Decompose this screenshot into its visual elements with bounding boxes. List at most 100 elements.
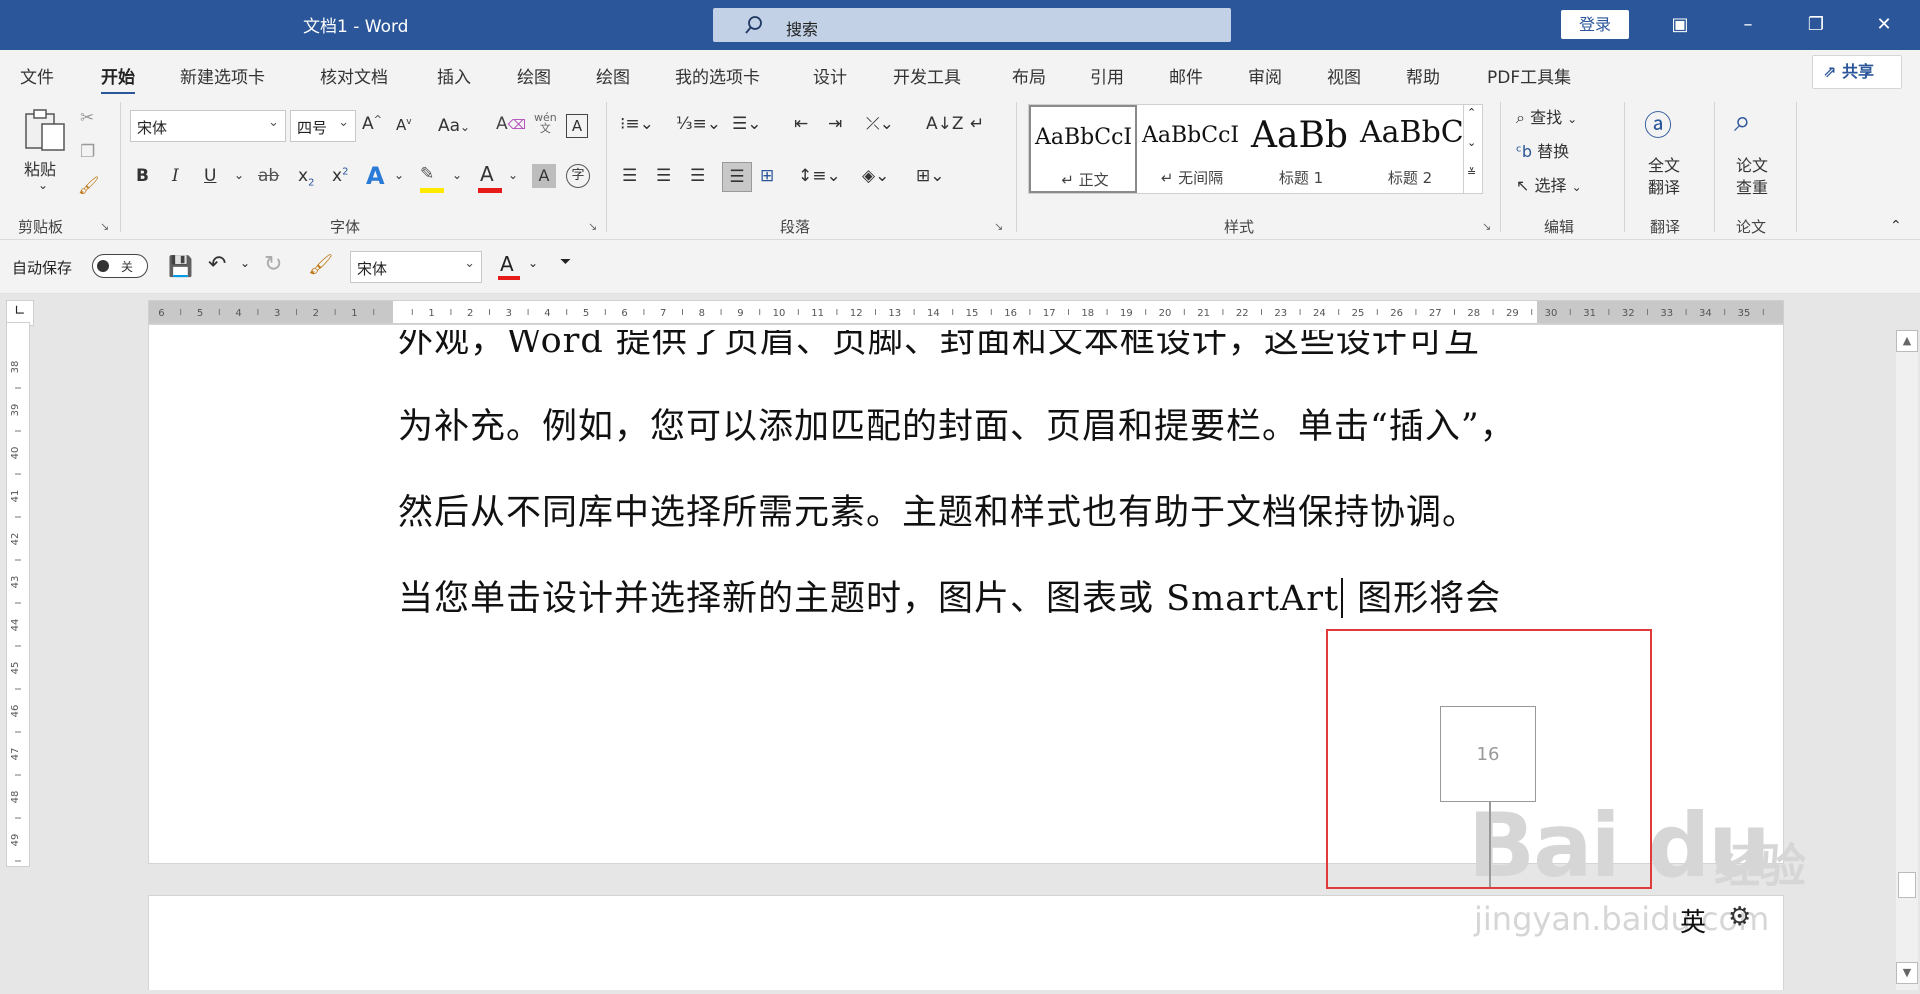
qat-font-select[interactable]: 宋体 ⌄ xyxy=(350,251,482,283)
scroll-down-arrow-icon[interactable]: ▼ xyxy=(1896,962,1918,984)
grow-font-icon[interactable]: A^ xyxy=(362,114,382,134)
strikethrough-button[interactable]: ab xyxy=(258,166,279,186)
ribbon-display-options-button[interactable]: ▣ xyxy=(1652,0,1708,50)
tab-12[interactable]: 邮件 xyxy=(1169,63,1203,88)
style-item-3[interactable]: AaBbC 标题 2 xyxy=(1356,105,1464,193)
scroll-up-icon[interactable]: ⌃ xyxy=(1467,106,1476,119)
tab-1[interactable]: 开始 xyxy=(101,63,135,95)
tab-11[interactable]: 引用 xyxy=(1090,63,1124,88)
undo-icon[interactable]: ↶ xyxy=(208,252,226,277)
select-button[interactable]: ↖ 选择 ⌄ xyxy=(1516,172,1582,196)
ime-language-indicator[interactable]: 英 xyxy=(1680,902,1706,939)
text-effects-icon[interactable]: A xyxy=(366,162,385,190)
scroll-down-icon[interactable]: ⌄ xyxy=(1467,136,1476,149)
tab-5[interactable]: 绘图 xyxy=(517,63,551,88)
minimize-button[interactable]: – xyxy=(1720,0,1776,50)
customize-qat-icon[interactable]: ⏷ xyxy=(560,254,571,270)
styles-launcher-icon[interactable]: ↘ xyxy=(1482,220,1491,233)
paste-button[interactable]: 粘贴 xyxy=(24,156,56,180)
font-launcher-icon[interactable]: ↘ xyxy=(588,220,597,233)
underline-button[interactable]: U xyxy=(204,166,216,186)
phonetic-guide-icon[interactable]: wén 文 xyxy=(534,112,557,134)
change-case-button[interactable]: Aa⌄ xyxy=(438,116,470,136)
tab-16[interactable]: PDF工具集 xyxy=(1487,63,1571,88)
tab-10[interactable]: 布局 xyxy=(1012,63,1046,88)
tab-4[interactable]: 插入 xyxy=(437,63,471,88)
login-button[interactable]: 登录 xyxy=(1561,10,1629,39)
maximize-button[interactable]: ❐ xyxy=(1788,0,1844,50)
chevron-down-icon[interactable]: ⌄ xyxy=(394,168,404,182)
vertical-scrollbar[interactable]: ▲ ▼ xyxy=(1896,330,1918,994)
document-line[interactable]: 为补充。例如，您可以添加匹配的封面、页眉和提要栏。单击“插入”， xyxy=(398,398,1516,449)
align-left-icon[interactable]: ☰ xyxy=(622,166,637,186)
full-translate-line1[interactable]: 全文 xyxy=(1648,152,1680,176)
share-button[interactable]: ⇗ 共享 xyxy=(1812,55,1902,89)
font-color-icon[interactable]: A xyxy=(480,162,494,186)
multilevel-list-icon[interactable]: ☰⌄ xyxy=(732,114,761,134)
clear-formatting-icon[interactable]: A⌫ xyxy=(496,114,526,134)
bullets-icon[interactable]: ⁝≡⌄ xyxy=(620,114,654,134)
chevron-down-icon[interactable]: ⌄ xyxy=(528,256,538,270)
document-line[interactable]: 然后从不同库中选择所需元素。主题和样式也有助于文档保持协调。 xyxy=(398,484,1478,535)
tab-15[interactable]: 帮助 xyxy=(1406,63,1440,88)
document-line[interactable]: 当您单击设计并选择新的主题时，图片、图表或 SmartArt 图形将会 xyxy=(398,570,1501,621)
chevron-down-icon[interactable]: ⌄ xyxy=(240,256,250,270)
chevron-down-icon[interactable]: ⌄ xyxy=(452,168,462,182)
distributed-icon[interactable]: ⊞ xyxy=(760,166,774,186)
clipboard-launcher-icon[interactable]: ↘ xyxy=(100,220,109,233)
tab-6[interactable]: 绘图 xyxy=(596,63,630,88)
collapse-ribbon-icon[interactable]: ⌃ xyxy=(1890,218,1902,234)
tab-2[interactable]: 新建选项卡 xyxy=(180,63,265,88)
styles-scroll[interactable]: ⌃ ⌄ ≚ xyxy=(1463,104,1485,194)
tab-7[interactable]: 我的选项卡 xyxy=(675,63,760,88)
style-item-2[interactable]: AaBb 标题 1 xyxy=(1247,105,1355,193)
superscript-button[interactable]: x2 xyxy=(332,166,348,186)
chinese-layout-icon[interactable]: ⤫⌄ xyxy=(866,114,894,134)
tab-9[interactable]: 开发工具 xyxy=(893,63,961,88)
gear-icon[interactable]: ⚙ xyxy=(1728,902,1751,932)
highlight-icon[interactable]: ✎ xyxy=(420,164,434,184)
more-styles-icon[interactable]: ≚ xyxy=(1467,166,1476,179)
numbering-icon[interactable]: ⅓≡⌄ xyxy=(676,114,721,134)
thesis-check-line2[interactable]: 查重 xyxy=(1736,174,1768,198)
full-translate-line2[interactable]: 翻译 xyxy=(1648,174,1680,198)
increase-indent-icon[interactable]: ⇥ xyxy=(828,114,842,134)
redo-icon[interactable]: ↻ xyxy=(264,252,282,277)
horizontal-ruler[interactable]: 6 5 4 3 2 1 1 2 3 4 5 6 7 8 9 10 11 12 13 14 15 16 17 18 19 20 21 2… xyxy=(148,300,1784,324)
justify-button[interactable]: ☰ xyxy=(722,162,752,192)
align-right-icon[interactable]: ☰ xyxy=(690,166,705,186)
font-name-select[interactable]: 宋体 ⌄ xyxy=(130,110,286,142)
close-button[interactable]: ✕ xyxy=(1856,0,1912,50)
tab-14[interactable]: 视图 xyxy=(1327,63,1361,88)
style-item-1[interactable]: AaBbCcI ↵ 无间隔 xyxy=(1138,105,1246,193)
autosave-toggle[interactable]: 关 xyxy=(92,254,148,278)
find-button[interactable]: ⌕ 查找 ⌄ xyxy=(1516,104,1577,128)
character-border-icon[interactable]: A xyxy=(566,114,588,138)
chevron-down-icon[interactable]: ⌄ xyxy=(234,168,244,182)
paste-dropdown-icon[interactable]: ⌄ xyxy=(38,178,48,192)
sort-icon[interactable]: A↓Z xyxy=(926,114,964,134)
italic-button[interactable]: I xyxy=(172,166,179,186)
decrease-indent-icon[interactable]: ⇤ xyxy=(794,114,808,134)
save-icon[interactable]: 💾 xyxy=(168,254,193,278)
search-box[interactable]: 搜索 xyxy=(713,8,1231,42)
format-painter-icon[interactable]: 🖌 xyxy=(78,176,100,196)
character-shading-icon[interactable]: A xyxy=(532,164,556,188)
paragraph-launcher-icon[interactable]: ↘ xyxy=(994,220,1003,233)
bold-button[interactable]: B xyxy=(136,166,149,186)
align-center-icon[interactable]: ☰ xyxy=(656,166,671,186)
chevron-down-icon[interactable]: ⌄ xyxy=(508,168,518,182)
borders-icon[interactable]: ⊞⌄ xyxy=(916,166,945,186)
scrollbar-thumb[interactable] xyxy=(1898,872,1916,898)
enclose-characters-icon[interactable]: 字 xyxy=(566,164,590,188)
style-item-0[interactable]: AaBbCcI ↵ 正文 xyxy=(1029,105,1137,193)
copy-icon[interactable]: ❐ xyxy=(80,142,95,162)
line-spacing-icon[interactable]: ↕≡⌄ xyxy=(798,166,841,186)
cut-icon[interactable]: ✂ xyxy=(80,108,94,128)
font-size-select[interactable]: 四号 ⌄ xyxy=(290,110,356,142)
tab-13[interactable]: 审阅 xyxy=(1248,63,1282,88)
show-marks-icon[interactable]: ↵ xyxy=(970,114,984,134)
tab-0[interactable]: 文件 xyxy=(20,63,54,88)
font-color-icon[interactable]: A xyxy=(500,252,514,276)
scroll-up-arrow-icon[interactable]: ▲ xyxy=(1896,330,1918,352)
